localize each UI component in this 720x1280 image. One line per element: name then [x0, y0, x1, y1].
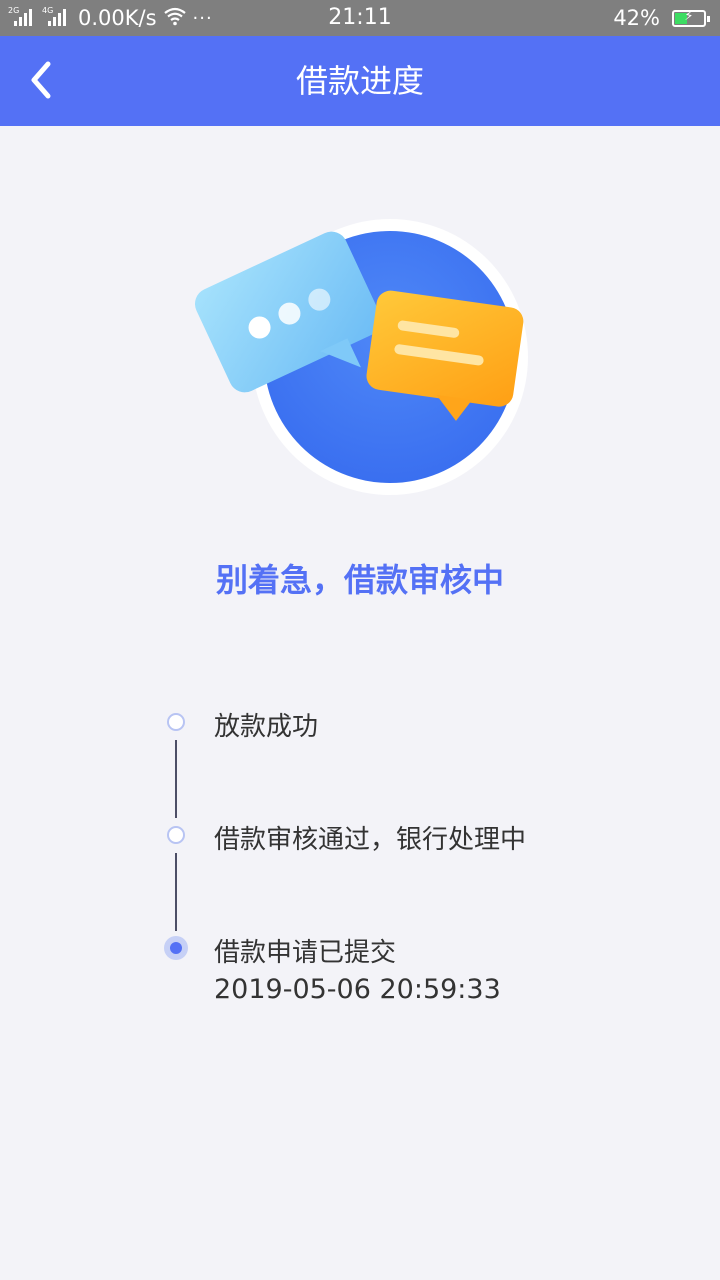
timeline-connector	[175, 853, 177, 931]
step-label-approved: 借款审核通过，银行处理中	[214, 825, 527, 855]
progress-timeline: 放款成功 借款审核通过，银行处理中 借款申请已提交 2019-05-06 20:…	[0, 0, 720, 1280]
step-submitted-time: 2019-05-06 20:59:33	[214, 974, 501, 1005]
step-label-disbursed: 放款成功	[214, 712, 319, 742]
loan-progress-screen: 2G 4G 0.00K/s ··· 21:11 42% ⚡ 借款进度 别着急，借…	[0, 0, 720, 1280]
timeline-connector	[175, 740, 177, 818]
step-indicator-icon	[167, 713, 185, 731]
step-label-submitted: 借款申请已提交	[214, 938, 397, 968]
step-current-indicator-icon	[164, 936, 188, 960]
step-indicator-icon	[167, 826, 185, 844]
